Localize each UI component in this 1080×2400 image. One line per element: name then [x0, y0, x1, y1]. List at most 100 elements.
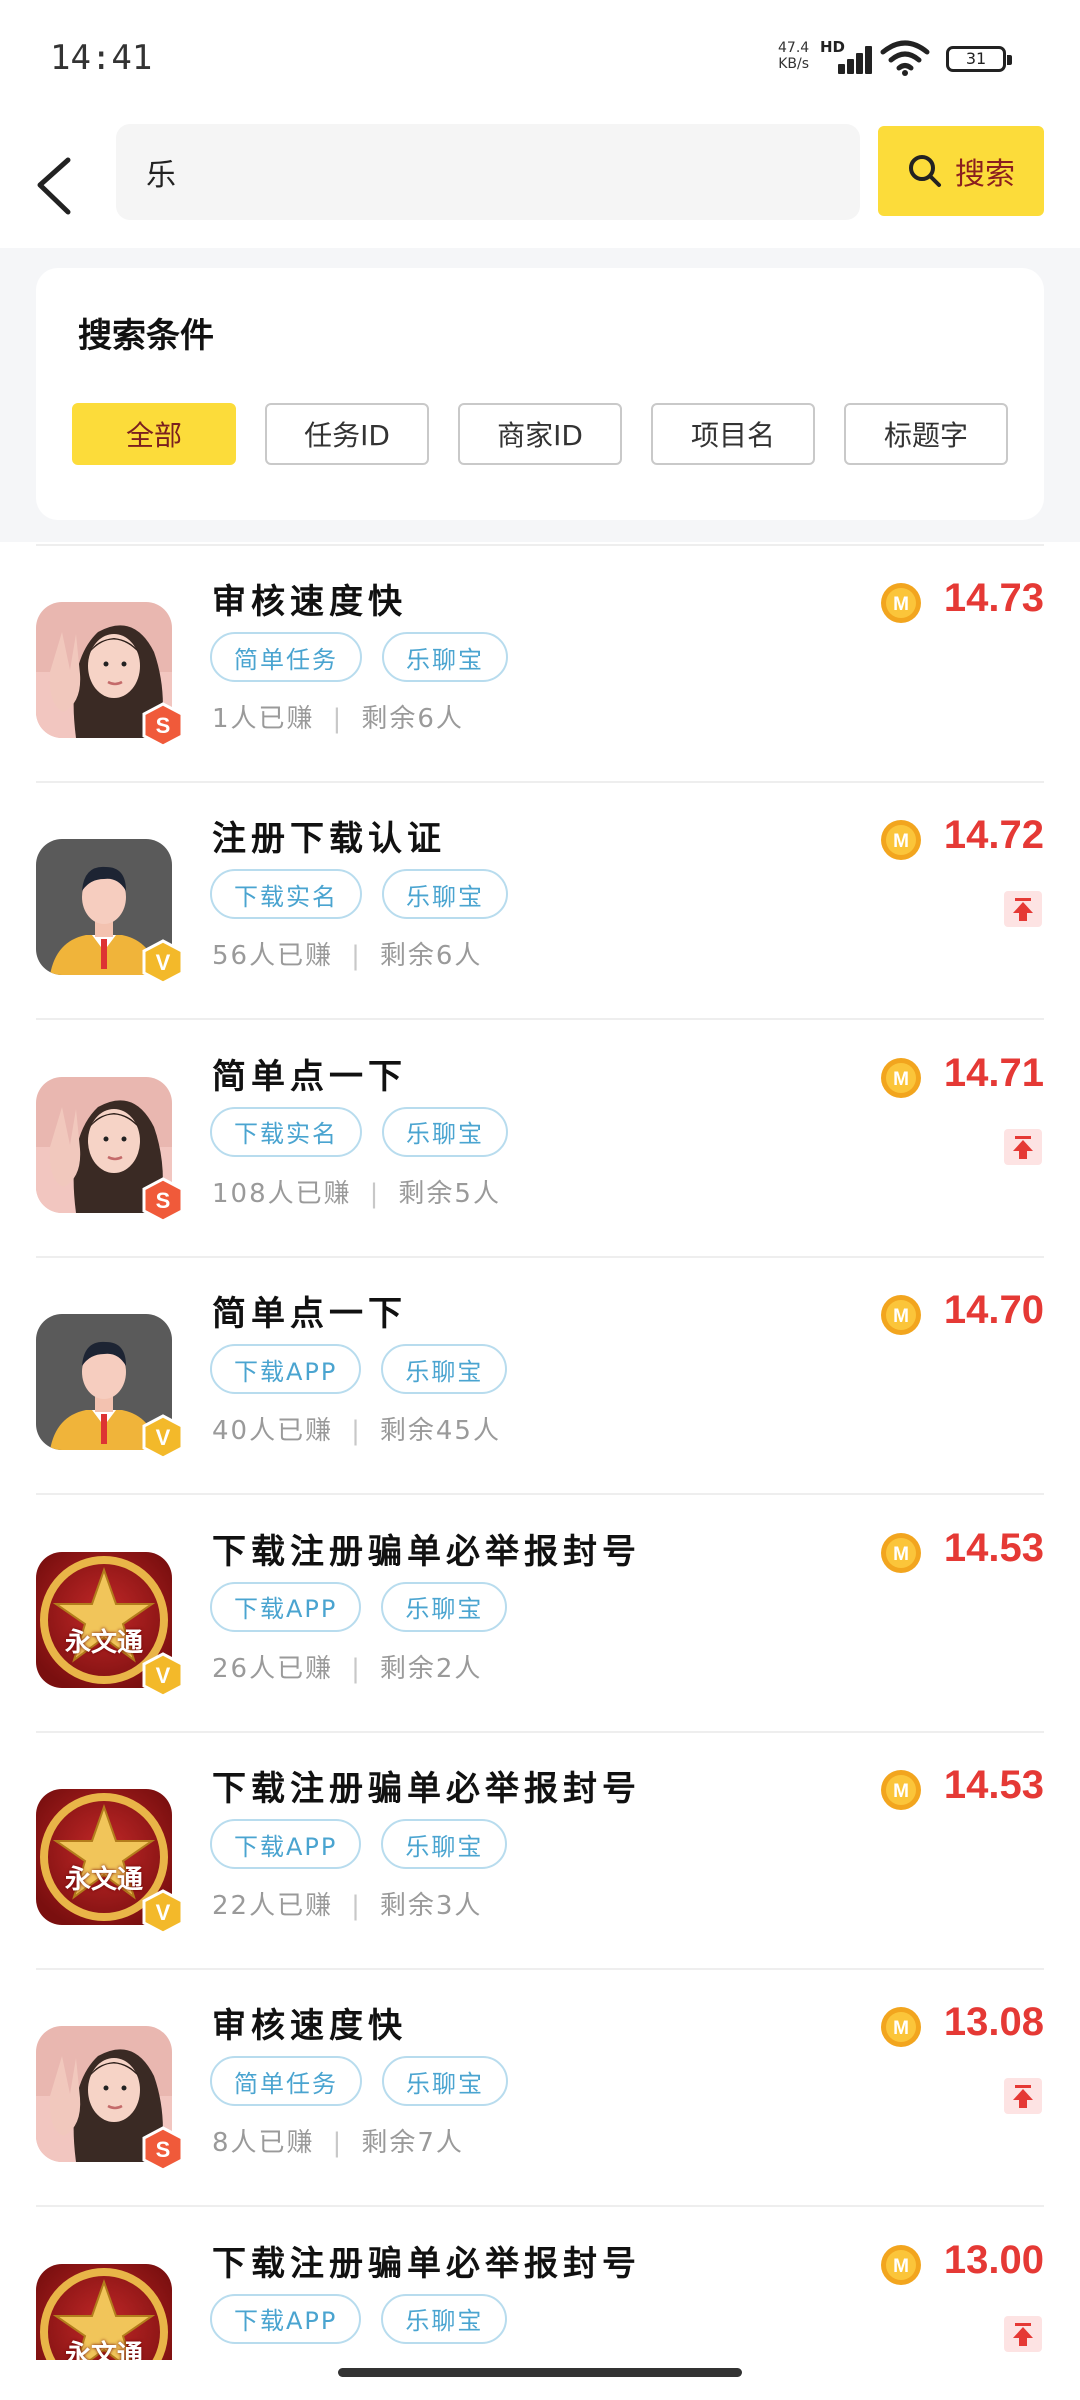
status-bar: 14:41 47.4 KB/s HD 31	[0, 0, 1080, 120]
task-price: 14.72	[943, 813, 1044, 858]
task-list[interactable]: S 审核速度快 简单任务 乐聊宝 1人已赚 | 剩余6人 M 14.73 V 注册下载认证 下载实名乐…	[0, 542, 1080, 2360]
home-indicator[interactable]	[338, 2368, 742, 2377]
task-tags: 下载APP 乐聊宝	[210, 2293, 508, 2344]
stats-divider: |	[351, 1891, 362, 1921]
back-icon[interactable]	[28, 140, 88, 230]
merchant-avatar: V	[36, 1314, 184, 1460]
task-stats: 22人已赚 | 剩余3人	[212, 1885, 482, 1922]
merchant-avatar: 永文通V	[36, 1789, 184, 1935]
task-list-item[interactable]: 永文通 V 下载注册骗单必举报封号 下载APP 乐聊宝 26人已赚 | 剩余2人 M 14.53	[0, 1496, 1080, 1733]
pin-to-top-icon[interactable]	[1004, 2315, 1042, 2352]
task-title: 审核速度快	[212, 582, 407, 622]
task-tag: 乐聊宝	[381, 1344, 508, 1395]
svg-text:S: S	[156, 1188, 171, 1213]
task-tags: 简单任务 乐聊宝	[210, 2056, 508, 2107]
svg-text:M: M	[893, 1544, 909, 1565]
task-tag: 乐聊宝	[381, 1581, 508, 1632]
task-stats: 40人已赚 | 剩余45人	[212, 1410, 501, 1447]
chip-merchant-id[interactable]: 商家ID	[458, 403, 622, 465]
task-tag: 下载实名	[210, 1106, 362, 1157]
stats-divider: |	[332, 2128, 344, 2159]
search-button-label: 搜索	[955, 157, 1015, 192]
task-tags: 简单任务 乐聊宝	[210, 632, 508, 682]
coin-icon: M	[880, 1769, 922, 1811]
wifi-icon	[880, 40, 930, 76]
level-s-badge-icon: S	[140, 2126, 186, 2173]
task-price: 14.53	[943, 1525, 1044, 1570]
criteria-title: 搜索条件	[78, 316, 214, 356]
svg-text:M: M	[893, 1069, 909, 1090]
svg-text:M: M	[893, 1306, 909, 1327]
network-speed-unit: KB/s	[778, 56, 809, 72]
remaining-count: 剩余2人	[379, 1653, 483, 1684]
level-v-badge-icon: V	[140, 1651, 186, 1698]
search-icon	[909, 155, 941, 187]
task-stats: 108人已赚 | 剩余5人	[212, 1173, 501, 1210]
task-price: 14.71	[943, 1050, 1044, 1095]
pin-to-top-icon[interactable]	[1004, 1128, 1042, 1165]
stats-divider: |	[369, 1178, 381, 1209]
svg-text:V: V	[156, 1900, 171, 1925]
remaining-count: 剩余6人	[361, 704, 464, 734]
task-tag: 下载APP	[210, 2293, 362, 2344]
remaining-count: 剩余6人	[379, 941, 483, 972]
coin-icon: M	[880, 2244, 922, 2286]
search-criteria-card: 搜索条件 全部 任务ID 商家ID 项目名 标题字	[36, 268, 1044, 520]
task-tag: 下载实名	[210, 869, 362, 920]
network-type: HD	[820, 38, 846, 56]
svg-text:S: S	[156, 713, 171, 738]
task-tags: 下载APP 乐聊宝	[210, 1819, 508, 1869]
task-list-item[interactable]: 永文通V 下载注册骗单必举报封号下载APP 乐聊宝 M 13.00	[0, 2208, 1080, 2360]
task-tag: 乐聊宝	[382, 632, 508, 682]
svg-text:M: M	[893, 831, 909, 852]
task-title: 下载注册骗单必举报封号	[212, 2243, 641, 2284]
pin-to-top-icon[interactable]	[1004, 2078, 1042, 2115]
earned-count: 56人已赚	[212, 941, 334, 972]
task-tag: 下载APP	[210, 1819, 362, 1869]
stats-divider: |	[351, 1653, 362, 1684]
task-price: 14.70	[943, 1288, 1044, 1333]
task-tags: 下载实名 乐聊宝	[210, 869, 508, 920]
task-list-item[interactable]: S 审核速度快 简单任务 乐聊宝 8人已赚 | 剩余7人 M 13.08	[0, 1970, 1080, 2208]
chip-task-id[interactable]: 任务ID	[265, 403, 429, 465]
coin-icon: M	[880, 1294, 922, 1336]
task-stats: 1人已赚 | 剩余6人	[212, 698, 464, 735]
pin-to-top-icon[interactable]	[1004, 891, 1042, 928]
svg-text:V: V	[156, 1663, 171, 1688]
task-tag: 乐聊宝	[381, 1819, 508, 1869]
merchant-avatar: S	[36, 602, 184, 748]
coin-icon: M	[880, 582, 922, 624]
merchant-avatar: S	[36, 2026, 184, 2173]
level-v-badge-icon: V	[140, 1414, 186, 1460]
svg-text:V: V	[156, 1425, 171, 1450]
task-title: 简单点一下	[212, 1294, 407, 1335]
chip-project-name[interactable]: 项目名	[651, 403, 815, 465]
earned-count: 1人已赚	[212, 704, 315, 734]
level-s-badge-icon: S	[140, 1177, 186, 1223]
search-input[interactable]	[116, 124, 860, 220]
task-title: 下载注册骗单必举报封号	[212, 1531, 641, 1572]
svg-text:V: V	[156, 950, 171, 975]
svg-text:M: M	[893, 594, 909, 615]
earned-count: 40人已赚	[212, 1416, 334, 1447]
level-s-badge-icon: S	[140, 702, 186, 748]
task-tag: 简单任务	[210, 2056, 362, 2107]
task-list-item[interactable]: V 注册下载认证 下载实名 乐聊宝 56人已赚 | 剩余6人 M 14.72	[0, 783, 1080, 1021]
task-tag: 简单任务	[210, 632, 362, 682]
cellular-signal-icon: HD	[820, 38, 872, 74]
task-tags: 下载APP 乐聊宝	[210, 1581, 508, 1632]
coin-icon: M	[880, 1057, 922, 1099]
search-button[interactable]: 搜索	[878, 126, 1044, 216]
task-tag: 下载APP	[210, 1344, 362, 1395]
task-list-item[interactable]: S 审核速度快 简单任务 乐聊宝 1人已赚 | 剩余6人 M 14.73	[0, 546, 1080, 783]
task-tag: 乐聊宝	[381, 2293, 508, 2344]
coin-icon: M	[880, 1532, 922, 1574]
chip-title-keyword[interactable]: 标题字	[844, 403, 1008, 465]
task-tag: 乐聊宝	[382, 869, 508, 920]
earned-count: 26人已赚	[212, 1653, 334, 1684]
remaining-count: 剩余7人	[361, 2128, 464, 2159]
task-list-item[interactable]: S 简单点一下 下载实名 乐聊宝 108人已赚 | 剩余5人 M 14.71	[0, 1021, 1080, 1258]
chip-all[interactable]: 全部	[72, 403, 236, 465]
task-list-item[interactable]: V 简单点一下下载APP 乐聊宝 40人已赚 | 剩余45人 M 14.70	[0, 1258, 1080, 1496]
task-list-item[interactable]: 永文通 V 下载注册骗单必举报封号 下载APP 乐聊宝 22人已赚 | 剩余3人 M 14.53	[0, 1733, 1080, 1970]
